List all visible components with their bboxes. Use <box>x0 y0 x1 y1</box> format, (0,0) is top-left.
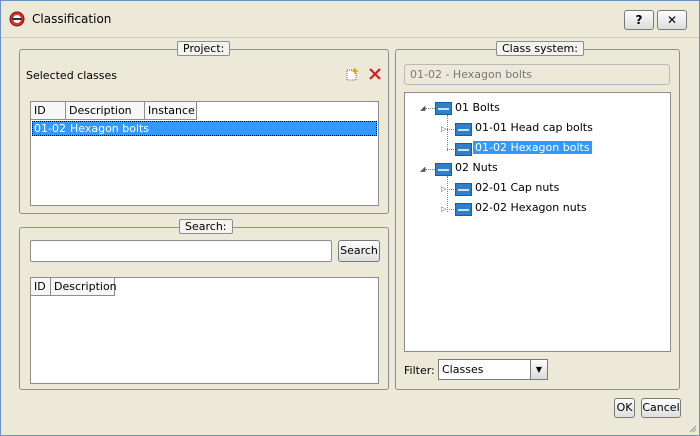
dropdown-arrow-icon[interactable]: ▼ <box>530 360 547 379</box>
class-node-icon <box>455 143 472 156</box>
tree-connector <box>425 108 435 109</box>
tree-node-head-cap-bolts[interactable]: 01-01 Head cap bolts <box>475 121 593 134</box>
tree-node-cap-nuts[interactable]: 02-01 Cap nuts <box>475 181 559 194</box>
collapse-arrow-icon[interactable]: ◢ <box>420 165 425 173</box>
tree-node-nuts[interactable]: 02 Nuts <box>455 161 498 174</box>
cancel-button[interactable]: Cancel <box>641 398 681 418</box>
app-logo-icon <box>9 11 25 27</box>
search-button[interactable]: Search <box>338 240 380 262</box>
selected-classes-label: Selected classes <box>26 69 117 82</box>
column-header-description[interactable]: Description <box>51 278 117 296</box>
column-header-description[interactable]: Description <box>66 102 145 120</box>
class-system-group-title: Class system: <box>496 41 584 56</box>
column-header-id[interactable]: ID <box>31 278 51 296</box>
selected-class-field: 01-02 - Hexagon bolts <box>404 64 670 85</box>
class-tree: ◢ 01 Bolts ▷ 01-01 Head cap bolts 01-02 … <box>404 92 671 352</box>
search-group-title: Search: <box>179 219 233 234</box>
tree-node-hexagon-bolts[interactable]: 01-02 Hexagon bolts <box>473 141 592 154</box>
expand-arrow-icon[interactable]: ▷ <box>441 205 446 213</box>
search-group: Search: Search ID Description <box>19 219 389 390</box>
selected-classes-table: ID Description Instance 01-02 Hexagon bo… <box>30 101 379 206</box>
resize-grip-icon[interactable] <box>687 423 697 433</box>
window-title: Classification <box>32 12 112 26</box>
delete-icon[interactable] <box>368 67 382 81</box>
expand-arrow-icon[interactable]: ▷ <box>441 125 446 133</box>
project-group-title: Project: <box>177 41 231 56</box>
title-bar: Classification ? ✕ <box>1 1 699 38</box>
tree-connector <box>447 115 448 151</box>
classification-dialog: Classification ? ✕ Project: Selected cla… <box>0 0 700 436</box>
new-item-icon[interactable] <box>345 67 359 81</box>
class-node-icon <box>455 123 472 136</box>
search-input[interactable] <box>30 240 332 262</box>
column-header-id[interactable]: ID <box>31 102 66 120</box>
class-node-icon <box>455 203 472 216</box>
row-description: Hexagon bolts <box>70 122 150 135</box>
filter-select[interactable]: Classes ▼ <box>438 359 548 380</box>
class-node-icon <box>435 163 452 176</box>
project-group: Project: Selected classes ID Description… <box>19 41 389 214</box>
search-results-table: ID Description <box>30 277 379 384</box>
tree-connector <box>425 169 435 170</box>
class-node-icon <box>435 102 452 115</box>
class-node-icon <box>455 183 472 196</box>
filter-label: Filter: <box>404 364 435 377</box>
expand-arrow-icon[interactable]: ▷ <box>441 185 446 193</box>
ok-button[interactable]: OK <box>614 398 635 418</box>
class-system-group: Class system: 01-02 - Hexagon bolts ◢ 01… <box>395 41 680 390</box>
tree-node-bolts[interactable]: 01 Bolts <box>455 101 500 114</box>
tree-connector <box>447 176 448 212</box>
help-button[interactable]: ? <box>624 10 654 30</box>
tree-node-hexagon-nuts[interactable]: 02-02 Hexagon nuts <box>475 201 587 214</box>
filter-selected-value: Classes <box>442 363 484 376</box>
column-header-instance[interactable]: Instance <box>145 102 197 120</box>
close-button[interactable]: ✕ <box>657 10 687 30</box>
row-id: 01-02 <box>34 122 66 135</box>
collapse-arrow-icon[interactable]: ◢ <box>420 104 425 112</box>
table-row[interactable]: 01-02 Hexagon bolts <box>32 121 377 136</box>
